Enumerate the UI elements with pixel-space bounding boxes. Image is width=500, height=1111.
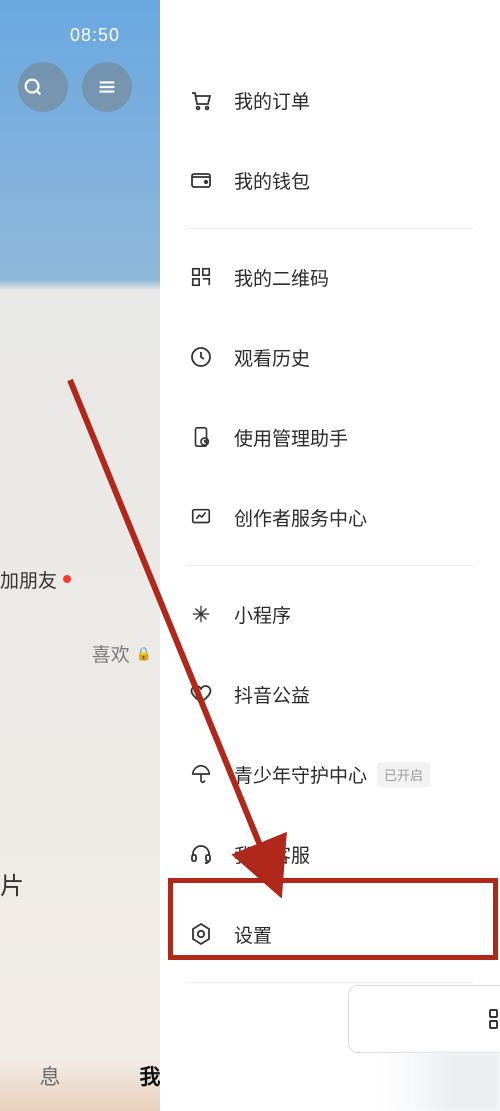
- divider: [186, 565, 474, 566]
- add-friend-chip[interactable]: 加朋友: [0, 555, 85, 603]
- search-button[interactable]: [18, 62, 68, 112]
- menu-item-wallet[interactable]: 我的钱包: [160, 140, 500, 220]
- menu-label: 我的二维码: [234, 264, 329, 291]
- menu-item-history[interactable]: 观看历史: [160, 317, 500, 397]
- menu-icon: [96, 76, 118, 98]
- add-friend-label: 加朋友: [0, 566, 57, 593]
- gear-icon: [188, 921, 214, 947]
- card-fragment: 片: [0, 866, 24, 901]
- menu-label: 青少年守护中心: [234, 761, 367, 788]
- chart-icon: [188, 504, 214, 530]
- menu-item-miniapp[interactable]: 小程序: [160, 574, 500, 654]
- divider: [186, 228, 474, 229]
- menu-item-creator[interactable]: 创作者服务中心: [160, 477, 500, 557]
- search-icon: [20, 74, 46, 100]
- status-time: 08:50: [70, 25, 120, 46]
- clock-icon: [188, 344, 214, 370]
- miniapp-icon: [188, 601, 214, 627]
- menu-label: 小程序: [234, 601, 291, 628]
- menu-item-settings[interactable]: 设置: [160, 894, 500, 974]
- wallet-icon: [188, 167, 214, 193]
- headset-icon: [188, 841, 214, 867]
- menu-item-teen[interactable]: 青少年守护中心 已开启: [160, 734, 500, 814]
- tab-likes[interactable]: 喜欢 🔒: [0, 640, 160, 667]
- menu-item-support[interactable]: 我的客服: [160, 814, 500, 894]
- menu-item-charity[interactable]: 抖音公益: [160, 654, 500, 734]
- bottom-toolbar-card[interactable]: [348, 985, 500, 1053]
- menu-label: 我的客服: [234, 841, 310, 868]
- nav-messages[interactable]: 息: [0, 1061, 100, 1091]
- menu-item-usage[interactable]: 使用管理助手: [160, 397, 500, 477]
- notification-dot-icon: [63, 575, 71, 583]
- lock-icon: 🔒: [136, 646, 152, 662]
- watermark-blur: [380, 1051, 500, 1111]
- menu-label: 观看历史: [234, 344, 310, 371]
- side-drawer: 我的订单 我的钱包 我的二维码 观看历史 使用管理助手: [160, 0, 500, 1111]
- menu-button[interactable]: [82, 62, 132, 112]
- apps-icon: [487, 1007, 500, 1031]
- menu-item-qrcode[interactable]: 我的二维码: [160, 237, 500, 317]
- menu-item-orders[interactable]: 我的订单: [160, 60, 500, 140]
- divider: [186, 982, 474, 983]
- menu-label: 创作者服务中心: [234, 504, 367, 531]
- heart-icon: [188, 681, 214, 707]
- menu-label: 我的订单: [234, 87, 310, 114]
- menu-label: 使用管理助手: [234, 424, 348, 451]
- phone-clock-icon: [188, 424, 214, 450]
- menu-label: 抖音公益: [234, 681, 310, 708]
- umbrella-icon: [188, 761, 214, 787]
- qrcode-icon: [188, 264, 214, 290]
- menu-label: 设置: [234, 921, 272, 948]
- cart-icon: [188, 87, 214, 113]
- menu-label: 我的钱包: [234, 167, 310, 194]
- status-badge: 已开启: [377, 762, 430, 787]
- tab-likes-label: 喜欢: [92, 640, 130, 667]
